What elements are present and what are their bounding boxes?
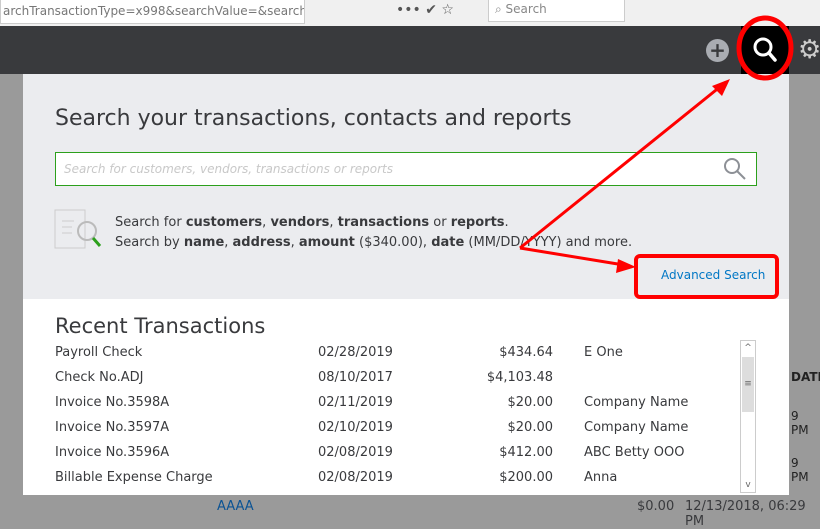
txn-amount: $434.64: [499, 345, 553, 360]
transaction-row[interactable]: Invoice No.3596A 02/08/2019 $412.00 ABC Bet…: [55, 440, 740, 465]
search-modal: Search your transactions, contacts and r…: [23, 74, 789, 495]
browser-actions-icon[interactable]: ••• ✔ ☆: [396, 2, 454, 18]
scroll-up-icon[interactable]: ^: [741, 343, 755, 353]
search-icon: [753, 37, 777, 62]
txn-name: Invoice No.3596A: [55, 445, 170, 460]
browser-search-input[interactable]: ⌕ Search: [488, 0, 625, 22]
modal-title: Search your transactions, contacts and r…: [55, 106, 572, 131]
address-bar[interactable]: archTransactionType=x998&searchValue=&se…: [0, 0, 305, 24]
txn-name: Check No.ADJ: [55, 370, 144, 385]
txn-date: 02/10/2019: [318, 420, 393, 435]
transaction-row[interactable]: Check No.ADJ 08/10/2017 $4,103.48: [55, 365, 740, 390]
txn-payee: Company Name: [584, 420, 689, 435]
transaction-row[interactable]: Billable Expense Charge 02/08/2019 $200.00…: [55, 465, 740, 490]
scroll-down-icon[interactable]: v: [741, 480, 755, 490]
txn-payee: Company Name: [584, 395, 689, 410]
txn-payee: E One: [584, 345, 623, 360]
search-hint: Search for customers, vendors, transacti…: [115, 215, 633, 250]
date-column-header: DATE: [791, 370, 820, 384]
transaction-row[interactable]: Invoice No.3597A 02/10/2019 $20.00 Company …: [55, 415, 740, 440]
txn-payee: Anna: [584, 470, 618, 485]
txn-amount: $412.00: [499, 445, 553, 460]
create-plus-icon[interactable]: +: [706, 39, 729, 62]
txn-amount: $20.00: [507, 420, 554, 435]
row-link[interactable]: AAAA: [217, 499, 254, 514]
gear-icon[interactable]: ⚙: [798, 35, 820, 65]
transaction-row[interactable]: Invoice No.3598A 02/11/2019 $20.00 Company …: [55, 390, 740, 415]
search-button[interactable]: [741, 26, 789, 74]
browser-search-placeholder: Search: [505, 2, 547, 16]
search-icon[interactable]: [723, 157, 747, 181]
txn-name: Invoice No.3597A: [55, 420, 170, 435]
txn-date: 02/11/2019: [318, 395, 393, 410]
scrollbar[interactable]: ^ ≡ v: [740, 340, 756, 493]
txn-amount: $20.00: [507, 395, 554, 410]
time-cell: 9 PM: [791, 409, 809, 437]
txn-amount: $200.00: [499, 470, 553, 485]
txn-name: Payroll Check: [55, 345, 143, 360]
background-table-row: AAAA $0.00 12/13/2018, 06:29 PM: [0, 495, 820, 529]
txn-amount: $4,103.48: [486, 370, 553, 385]
row-amount: $0.00: [637, 499, 675, 514]
background-page-left: [0, 74, 23, 518]
txn-name: Billable Expense Charge: [55, 470, 213, 485]
receipt-search-icon: [54, 209, 102, 249]
txn-name: Invoice No.3598A: [55, 395, 170, 410]
background-page-right: DATE 9 PM 9 PM: [789, 74, 820, 518]
row-datetime: 12/13/2018, 06:29 PM: [685, 499, 806, 529]
txn-date: 02/08/2019: [318, 445, 393, 460]
recent-transactions-title: Recent Transactions: [55, 314, 266, 338]
txn-date: 08/10/2017: [318, 370, 393, 385]
scroll-thumb[interactable]: ≡: [742, 357, 754, 412]
search-panel: Search your transactions, contacts and r…: [23, 74, 789, 299]
advanced-search-link[interactable]: Advanced Search: [661, 268, 765, 282]
app-header: [0, 26, 820, 74]
time-cell: 9 PM: [791, 456, 809, 484]
txn-date: 02/28/2019: [318, 345, 393, 360]
txn-payee: ABC Betty OOO: [584, 445, 685, 460]
transaction-row[interactable]: Payroll Check 02/28/2019 $434.64 E One: [55, 340, 740, 365]
txn-date: 02/08/2019: [318, 470, 393, 485]
search-input[interactable]: Search for customers, vendors, transacti…: [55, 152, 757, 186]
browser-bar: archTransactionType=x998&searchValue=&se…: [0, 0, 820, 26]
recent-transactions-list: Payroll Check 02/28/2019 $434.64 E One Chec…: [55, 340, 740, 495]
